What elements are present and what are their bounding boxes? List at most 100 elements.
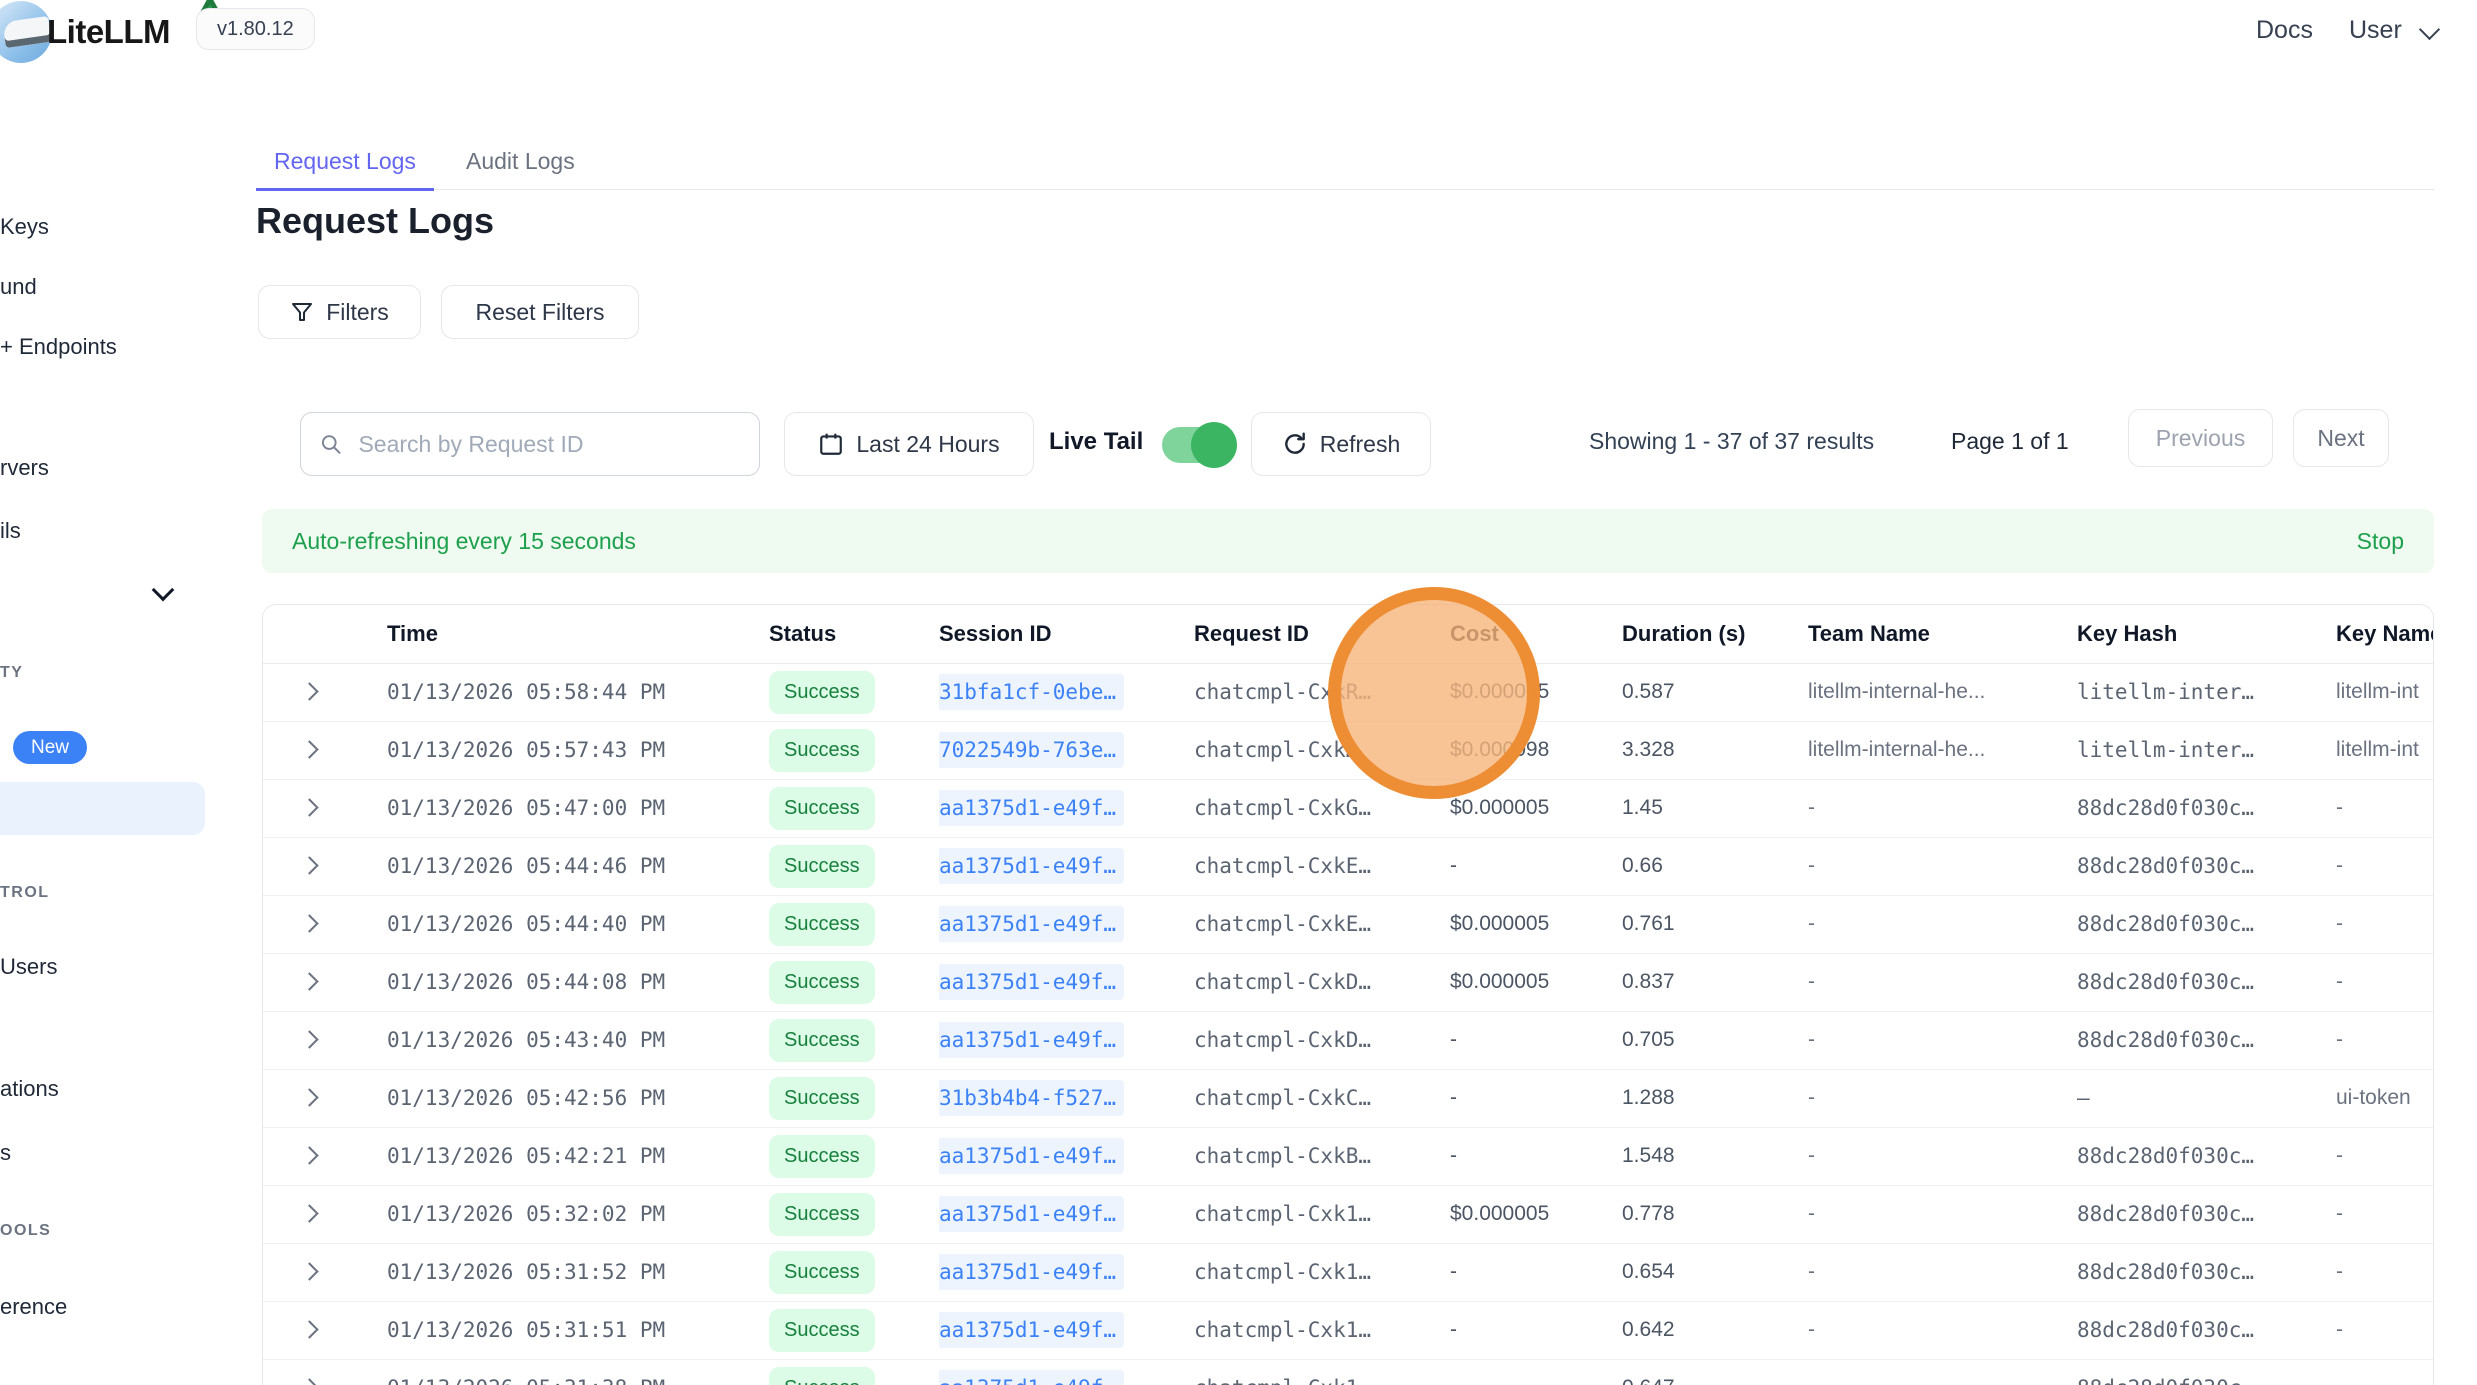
sidebar-item-teams[interactable]: s xyxy=(0,1140,11,1166)
cell-duration: 1.548 xyxy=(1622,1127,1808,1185)
cell-time: 01/13/2026 05:47:00 PM xyxy=(387,779,769,837)
table-row[interactable]: 01/13/2026 05:31:52 PM Success aa1375d1-… xyxy=(263,1243,2433,1301)
row-expand-chevron-icon[interactable] xyxy=(300,914,318,932)
cell-time: 01/13/2026 05:44:40 PM xyxy=(387,895,769,953)
page-info: Page 1 of 1 xyxy=(1951,428,2069,455)
cell-key-name: - xyxy=(2336,953,2433,1011)
table-row[interactable]: 01/13/2026 05:43:40 PM Success aa1375d1-… xyxy=(263,1011,2433,1069)
row-expand-chevron-icon[interactable] xyxy=(300,798,318,816)
cell-duration: 0.654 xyxy=(1622,1243,1808,1301)
cell-duration: 0.642 xyxy=(1622,1301,1808,1359)
docs-link[interactable]: Docs xyxy=(2256,16,2313,45)
session-id-link[interactable]: aa1375d1-e49f… xyxy=(939,1022,1124,1058)
refresh-button[interactable]: Refresh xyxy=(1251,412,1431,476)
row-expand-chevron-icon[interactable] xyxy=(300,1088,318,1106)
cell-team-name: litellm-internal-he... xyxy=(1808,721,2077,779)
table-row[interactable]: 01/13/2026 05:32:02 PM Success aa1375d1-… xyxy=(263,1185,2433,1243)
session-id-link[interactable]: 7022549b-763e… xyxy=(939,732,1124,768)
status-badge: Success xyxy=(769,961,875,1004)
sidebar-item-servers[interactable]: rvers xyxy=(0,455,49,481)
version-badge: v1.80.12 xyxy=(196,8,315,50)
litellm-dashboard: LiteLLM v1.80.12 Docs User Keys und + En… xyxy=(0,0,2477,1385)
cell-cost: - xyxy=(1450,1069,1622,1127)
cell-key-name: - xyxy=(2336,1185,2433,1243)
row-expand-chevron-icon[interactable] xyxy=(300,1320,318,1338)
col-key-hash: Key Hash xyxy=(2077,605,2336,663)
sidebar-item-models-endpoints[interactable]: + Endpoints xyxy=(0,334,117,360)
user-chevron-down-icon[interactable] xyxy=(2419,19,2440,40)
sidebar-item-logs-active[interactable] xyxy=(0,782,205,835)
table-row[interactable]: 01/13/2026 05:44:08 PM Success aa1375d1-… xyxy=(263,953,2433,1011)
cell-time: 01/13/2026 05:58:44 PM xyxy=(387,663,769,721)
sidebar-item-guardrails[interactable]: ils xyxy=(0,518,21,544)
session-id-link[interactable]: aa1375d1-e49f… xyxy=(939,1196,1124,1232)
table-row[interactable]: 01/13/2026 05:31:51 PM Success aa1375d1-… xyxy=(263,1301,2433,1359)
table-row[interactable]: 01/13/2026 05:31:38 PM Success aa1375d1-… xyxy=(263,1359,2433,1385)
cell-request-id: chatcmpl-CxkD… xyxy=(1194,953,1450,1011)
row-expand-chevron-icon[interactable] xyxy=(300,1204,318,1222)
tab-audit-logs[interactable]: Audit Logs xyxy=(466,135,575,188)
cell-key-hash: litellm-inter… xyxy=(2077,663,2336,721)
row-expand-chevron-icon[interactable] xyxy=(300,1146,318,1164)
cell-team-name: - xyxy=(1808,779,2077,837)
user-menu[interactable]: User xyxy=(2349,16,2402,45)
reset-filters-button[interactable]: Reset Filters xyxy=(441,285,639,339)
cell-time: 01/13/2026 05:42:56 PM xyxy=(387,1069,769,1127)
sidebar-item-playground[interactable]: und xyxy=(0,274,37,300)
session-id-link[interactable]: aa1375d1-e49f… xyxy=(939,1254,1124,1290)
sidebar-collapse-chevron-icon[interactable] xyxy=(152,579,175,602)
status-badge: Success xyxy=(769,1367,875,1385)
new-badge: New xyxy=(13,731,87,764)
session-id-link[interactable]: aa1375d1-e49f… xyxy=(939,1138,1124,1174)
next-page-button[interactable]: Next xyxy=(2293,409,2389,467)
time-range-button[interactable]: Last 24 Hours xyxy=(784,412,1034,476)
cell-key-name: - xyxy=(2336,1011,2433,1069)
toggle-knob xyxy=(1191,422,1237,468)
tab-request-logs[interactable]: Request Logs xyxy=(256,135,434,191)
cell-cost: - xyxy=(1450,1301,1622,1359)
row-expand-chevron-icon[interactable] xyxy=(300,856,318,874)
session-id-link[interactable]: aa1375d1-e49f… xyxy=(939,790,1124,826)
col-time: Time xyxy=(387,605,769,663)
status-badge: Success xyxy=(769,1077,875,1120)
session-id-link[interactable]: aa1375d1-e49f… xyxy=(939,1312,1124,1348)
cell-request-id: chatcmpl-CxkD… xyxy=(1194,1011,1450,1069)
row-expand-chevron-icon[interactable] xyxy=(300,740,318,758)
row-expand-chevron-icon[interactable] xyxy=(300,682,318,700)
session-id-link[interactable]: aa1375d1-e49f… xyxy=(939,906,1124,942)
cell-duration: 0.66 xyxy=(1622,837,1808,895)
row-expand-chevron-icon[interactable] xyxy=(300,1030,318,1048)
table-row[interactable]: 01/13/2026 05:47:00 PM Success aa1375d1-… xyxy=(263,779,2433,837)
row-expand-chevron-icon[interactable] xyxy=(300,1262,318,1280)
sidebar-item-reference[interactable]: erence xyxy=(0,1294,67,1320)
table-row[interactable]: 01/13/2026 05:44:40 PM Success aa1375d1-… xyxy=(263,895,2433,953)
cell-cost: $0.000005 xyxy=(1450,953,1622,1011)
session-id-link[interactable]: 31b3b4b4-f527… xyxy=(939,1080,1124,1116)
stop-auto-refresh-link[interactable]: Stop xyxy=(2357,528,2404,555)
sidebar-item-organizations[interactable]: ations xyxy=(0,1076,59,1102)
table-row[interactable]: 01/13/2026 05:44:46 PM Success aa1375d1-… xyxy=(263,837,2433,895)
row-expand-chevron-icon[interactable] xyxy=(300,972,318,990)
table-row[interactable]: 01/13/2026 05:42:56 PM Success 31b3b4b4-… xyxy=(263,1069,2433,1127)
session-id-link[interactable]: aa1375d1-e49f… xyxy=(939,964,1124,1000)
live-tail-toggle[interactable] xyxy=(1162,427,1234,463)
cell-time: 01/13/2026 05:42:21 PM xyxy=(387,1127,769,1185)
filters-button[interactable]: Filters xyxy=(258,285,421,339)
cell-time: 01/13/2026 05:44:08 PM xyxy=(387,953,769,1011)
row-expand-chevron-icon[interactable] xyxy=(300,1378,318,1385)
session-id-link[interactable]: aa1375d1-e49f… xyxy=(939,848,1124,884)
status-badge: Success xyxy=(769,787,875,830)
cell-key-hash: 88dc28d0f030c… xyxy=(2077,779,2336,837)
cell-key-name: - xyxy=(2336,895,2433,953)
table-row[interactable]: 01/13/2026 05:42:21 PM Success aa1375d1-… xyxy=(263,1127,2433,1185)
sidebar-item-users[interactable]: Users xyxy=(0,954,57,980)
user-menu-label: User xyxy=(2349,16,2402,44)
session-id-link[interactable]: 31bfa1cf-0ebe… xyxy=(939,674,1124,710)
cell-duration: 1.45 xyxy=(1622,779,1808,837)
search-input[interactable] xyxy=(356,430,741,459)
sidebar-item-keys[interactable]: Keys xyxy=(0,214,49,240)
auto-refresh-message: Auto-refreshing every 15 seconds xyxy=(292,528,636,555)
session-id-link[interactable]: aa1375d1-e49f… xyxy=(939,1370,1124,1385)
previous-page-button[interactable]: Previous xyxy=(2128,409,2273,467)
results-summary: Showing 1 - 37 of 37 results xyxy=(1589,428,1874,455)
